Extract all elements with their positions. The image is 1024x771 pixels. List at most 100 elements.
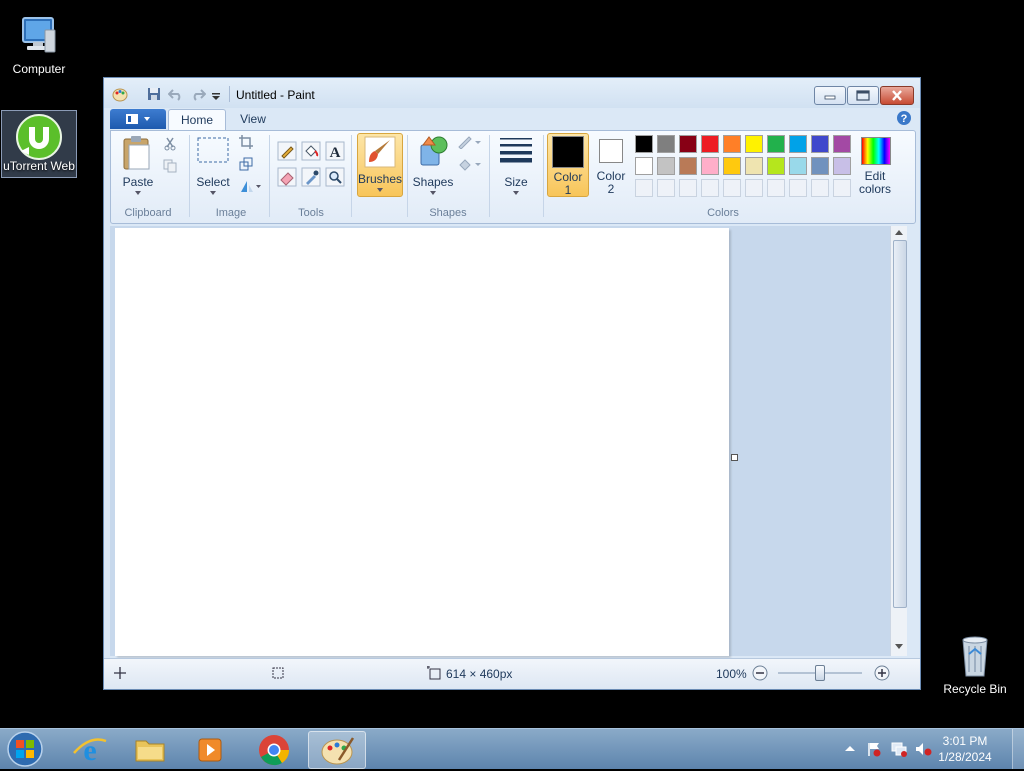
- color2-button[interactable]: Color 2: [591, 133, 631, 196]
- taskbar-media-player[interactable]: [182, 731, 238, 767]
- desktop-icon-recycle-bin[interactable]: Recycle Bin: [936, 628, 1014, 696]
- tab-view[interactable]: View: [228, 109, 278, 129]
- shapes-button[interactable]: Shapes: [411, 133, 455, 197]
- paint-window: Untitled - Paint Home View ? Paste Clipb…: [103, 77, 921, 690]
- palette-swatch-empty[interactable]: [767, 179, 785, 197]
- taskbar-internet-explorer[interactable]: e: [62, 731, 118, 767]
- fill-bucket-icon[interactable]: [301, 141, 321, 164]
- redo-icon[interactable]: [190, 87, 207, 104]
- taskbar-file-explorer[interactable]: [122, 731, 178, 767]
- palette-swatch[interactable]: [789, 157, 807, 175]
- palette-swatch[interactable]: [833, 135, 851, 153]
- palette-swatch[interactable]: [635, 135, 653, 153]
- palette-swatch[interactable]: [679, 135, 697, 153]
- group-separator: [189, 135, 190, 217]
- status-bar: 614 × 460px 100%: [104, 658, 920, 689]
- eraser-icon[interactable]: [277, 167, 297, 190]
- resize-icon[interactable]: [239, 157, 253, 174]
- zoom-slider-thumb[interactable]: [815, 665, 825, 681]
- outline-icon[interactable]: [457, 135, 483, 152]
- color1-button[interactable]: Color 1: [547, 133, 589, 197]
- palette-swatch[interactable]: [657, 135, 675, 153]
- palette-swatch[interactable]: [811, 157, 829, 175]
- palette-swatch-empty[interactable]: [701, 179, 719, 197]
- save-icon[interactable]: [147, 87, 161, 104]
- paint-menu-button[interactable]: [110, 109, 166, 129]
- qat-dropdown-icon[interactable]: [211, 90, 221, 104]
- action-center-flag-icon[interactable]: [866, 741, 882, 757]
- edit-colors-label: Edit: [864, 169, 886, 183]
- show-hidden-icons-icon[interactable]: [844, 743, 856, 753]
- palette-swatch[interactable]: [723, 157, 741, 175]
- title-bar[interactable]: Untitled - Paint: [104, 78, 920, 108]
- group-label-colors: Colors: [707, 207, 739, 219]
- crop-icon[interactable]: [239, 135, 253, 152]
- palette-swatch-empty[interactable]: [745, 179, 763, 197]
- desktop-icon-computer[interactable]: Computer: [0, 8, 78, 76]
- help-icon[interactable]: ?: [896, 110, 912, 129]
- select-button[interactable]: Select: [193, 133, 233, 197]
- vertical-scrollbar[interactable]: [890, 226, 907, 656]
- edit-colors-button[interactable]: Edit colors: [855, 133, 895, 197]
- zoom-out-icon[interactable]: [752, 665, 768, 681]
- select-label: Select: [196, 175, 230, 189]
- cut-icon[interactable]: [163, 137, 177, 154]
- text-icon[interactable]: A: [325, 141, 345, 164]
- group-label-clipboard: Clipboard: [124, 207, 172, 219]
- palette-swatch-empty[interactable]: [635, 179, 653, 197]
- palette-swatch[interactable]: [635, 157, 653, 175]
- folder-icon: [135, 740, 165, 762]
- fill-icon[interactable]: [457, 157, 483, 174]
- chevron-down-icon: [377, 188, 383, 192]
- palette-swatch-empty[interactable]: [723, 179, 741, 197]
- magnifier-icon[interactable]: [325, 167, 345, 190]
- palette-swatch[interactable]: [701, 135, 719, 153]
- paste-button[interactable]: Paste: [117, 133, 159, 197]
- color-picker-icon[interactable]: [301, 167, 321, 190]
- palette-swatch[interactable]: [701, 157, 719, 175]
- palette-swatch[interactable]: [723, 135, 741, 153]
- drawing-canvas[interactable]: [115, 228, 729, 656]
- palette-swatch[interactable]: [767, 157, 785, 175]
- scroll-up-icon[interactable]: [895, 229, 903, 235]
- start-button[interactable]: [4, 730, 46, 768]
- utorrent-icon: [15, 113, 63, 161]
- palette-swatch-empty[interactable]: [811, 179, 829, 197]
- group-separator: [407, 135, 408, 217]
- network-icon[interactable]: [890, 741, 908, 757]
- tab-home[interactable]: Home: [168, 109, 226, 130]
- minimize-button[interactable]: [814, 86, 846, 105]
- scrollbar-thumb[interactable]: [893, 240, 907, 608]
- scroll-down-icon[interactable]: [895, 644, 903, 650]
- rotate-icon[interactable]: [239, 179, 261, 196]
- palette-swatch[interactable]: [833, 157, 851, 175]
- close-button[interactable]: [880, 86, 914, 105]
- undo-icon[interactable]: [167, 87, 184, 104]
- color1-number: 1: [564, 183, 572, 197]
- palette-swatch-empty[interactable]: [679, 179, 697, 197]
- desktop-icon-utorrent[interactable]: uTorrent Web: [1, 110, 77, 178]
- canvas-resize-handle[interactable]: [731, 454, 738, 461]
- brushes-button[interactable]: Brushes: [357, 133, 403, 197]
- palette-swatch[interactable]: [745, 135, 763, 153]
- paint-app-icon[interactable]: [112, 86, 128, 105]
- palette-swatch-empty[interactable]: [789, 179, 807, 197]
- palette-swatch[interactable]: [679, 157, 697, 175]
- window-title: Untitled - Paint: [236, 88, 315, 102]
- palette-swatch[interactable]: [767, 135, 785, 153]
- palette-swatch[interactable]: [789, 135, 807, 153]
- palette-swatch[interactable]: [811, 135, 829, 153]
- maximize-button[interactable]: [847, 86, 879, 105]
- taskbar-paint[interactable]: [308, 731, 366, 769]
- palette-swatch[interactable]: [745, 157, 763, 175]
- size-button[interactable]: Size: [495, 133, 537, 197]
- copy-icon[interactable]: [163, 159, 177, 176]
- palette-swatch-empty[interactable]: [657, 179, 675, 197]
- pencil-icon[interactable]: [277, 141, 297, 164]
- palette-swatch-empty[interactable]: [833, 179, 851, 197]
- zoom-in-icon[interactable]: [874, 665, 890, 681]
- system-clock[interactable]: 3:01 PM 1/28/2024: [930, 733, 1000, 765]
- taskbar-chrome[interactable]: [246, 731, 302, 767]
- palette-swatch[interactable]: [657, 157, 675, 175]
- show-desktop-button[interactable]: [1012, 729, 1024, 769]
